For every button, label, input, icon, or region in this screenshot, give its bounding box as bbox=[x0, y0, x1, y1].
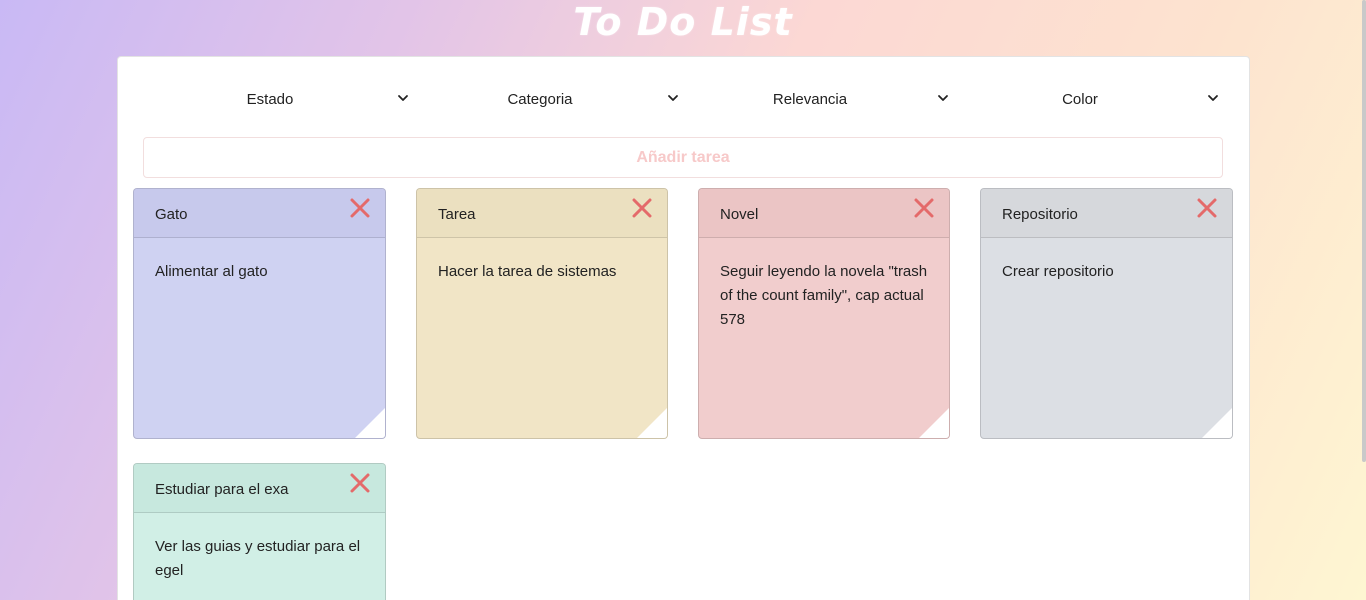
page-fold bbox=[355, 408, 385, 438]
task-card-gato: Gato Alimentar al gato bbox=[133, 188, 386, 439]
filter-estado[interactable]: Estado bbox=[147, 84, 417, 116]
filter-color[interactable]: Color bbox=[957, 84, 1227, 116]
close-icon[interactable] bbox=[349, 197, 371, 219]
close-icon[interactable] bbox=[913, 197, 935, 219]
card-body: Hacer la tarea de sistemas bbox=[438, 263, 617, 280]
card-body: Ver las guias y estudiar para el egel bbox=[155, 538, 361, 579]
task-card-tarea: Tarea Hacer la tarea de sistemas bbox=[416, 188, 668, 439]
filter-categoria-label: Categoria bbox=[507, 91, 573, 108]
add-task-input[interactable] bbox=[143, 137, 1223, 178]
card-title: Novel bbox=[699, 189, 949, 238]
filter-relevancia-label: Relevancia bbox=[772, 91, 848, 108]
filter-color-label: Color bbox=[1062, 91, 1098, 108]
card-body: Seguir leyendo la novela "trash of the c… bbox=[720, 263, 928, 328]
app-title: To Do List bbox=[573, 0, 793, 44]
chevron-down-icon bbox=[398, 95, 408, 101]
filter-estado-label: Estado bbox=[246, 91, 294, 108]
chevron-down-icon bbox=[668, 95, 678, 101]
close-icon[interactable] bbox=[1196, 197, 1218, 219]
card-title: Gato bbox=[134, 189, 385, 238]
task-card-novel: Novel Seguir leyendo la novela "trash of… bbox=[698, 188, 950, 439]
card-title: Repositorio bbox=[981, 189, 1232, 238]
card-title: Tarea bbox=[417, 189, 667, 238]
filter-categoria[interactable]: Categoria bbox=[417, 84, 687, 116]
card-body: Alimentar al gato bbox=[155, 263, 268, 280]
card-title: Estudiar para el exa bbox=[134, 464, 385, 513]
filter-relevancia[interactable]: Relevancia bbox=[687, 84, 957, 116]
close-icon[interactable] bbox=[349, 472, 371, 494]
task-card-estudiar: Estudiar para el exa Ver las guias y est… bbox=[133, 463, 386, 600]
card-body: Crear repositorio bbox=[1002, 263, 1114, 280]
page-scrollbar[interactable] bbox=[1362, 0, 1366, 462]
chevron-down-icon bbox=[1208, 95, 1218, 101]
page-fold bbox=[1202, 408, 1232, 438]
chevron-down-icon bbox=[938, 95, 948, 101]
page-fold bbox=[919, 408, 949, 438]
page-fold bbox=[637, 408, 667, 438]
close-icon[interactable] bbox=[631, 197, 653, 219]
task-card-repositorio: Repositorio Crear repositorio bbox=[980, 188, 1233, 439]
filter-bar: Estado Categoria Relevancia Color bbox=[147, 84, 1227, 116]
